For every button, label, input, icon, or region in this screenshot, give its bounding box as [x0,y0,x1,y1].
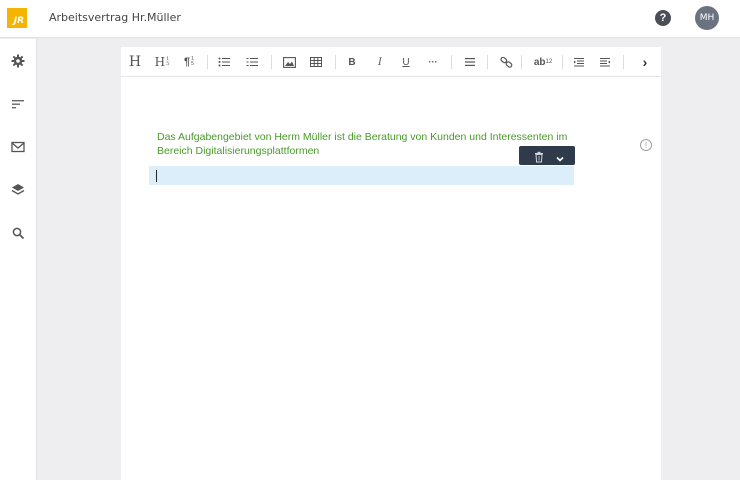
toolbar-divider [271,55,272,69]
mail-icon [11,141,25,153]
underline-label: U [402,56,410,68]
image-icon [282,56,296,68]
italic-button[interactable]: I [374,53,386,71]
trash-icon [535,151,543,163]
heading-button[interactable]: H [127,53,143,71]
numbered-list-button[interactable] [245,53,259,71]
superscript-button[interactable]: ab 12 [530,53,556,71]
subheading-index: 15 [166,57,169,67]
format-toolbar: H H 15 ¶ 15 B I U ··· ab 12 › [121,47,661,77]
outdent-button[interactable] [572,53,586,71]
chevron-right-icon: › [642,54,648,70]
more-formats-button[interactable]: ··· [426,53,440,71]
italic-label: I [378,56,382,68]
toolbar-divider [451,55,452,69]
help-icon[interactable]: ? [655,10,671,26]
logo-text: JR [13,16,24,26]
indent-icon [600,58,610,67]
link-button[interactable] [499,53,513,71]
toolbar-divider [487,55,488,69]
settings-gear-icon[interactable] [8,51,28,71]
link-icon [499,56,512,68]
bold-button[interactable]: B [346,53,358,71]
toolbar-divider [335,55,336,69]
toolbar-next-button[interactable]: › [639,53,651,71]
paragraph-sub: 5 [191,61,194,67]
toolbar-divider [521,55,522,69]
outline-icon [12,100,24,109]
subheading-label: H [154,55,166,69]
gear-icon [11,54,25,68]
document-title: Arbeitsvertrag Hr.Müller [49,11,181,24]
underline-button[interactable]: U [400,53,412,71]
align-icon [465,58,475,66]
toolbar-divider [623,55,624,69]
align-button[interactable] [463,53,477,71]
delete-block-button[interactable] [533,150,545,163]
insert-table-button[interactable] [309,53,323,71]
block-options-button[interactable] [555,151,565,162]
left-sidebar [0,39,37,480]
toolbar-divider [562,55,563,69]
search-button[interactable] [8,223,28,243]
search-icon [12,227,24,239]
info-icon[interactable]: ! [640,139,652,151]
user-avatar[interactable]: MH [695,6,719,30]
numbered-list-icon [246,58,258,66]
mail-button[interactable] [8,137,28,157]
chevron-down-icon [556,156,564,162]
bullet-list-button[interactable] [217,53,231,71]
paragraph-label: ¶ [184,56,191,68]
insert-image-button[interactable] [282,53,296,71]
subheading-sub: 5 [166,61,170,67]
paragraph-index: 15 [191,57,194,67]
outline-button[interactable] [8,94,28,114]
bullet-list-icon [218,57,230,67]
block-action-toolbar [519,146,575,165]
heading-label: H [128,54,142,70]
app-logo[interactable]: JR [7,8,27,28]
layers-button[interactable] [8,180,28,200]
toolbar-divider [207,55,208,69]
top-bar: JR Arbeitsvertrag Hr.Müller ? MH [0,0,740,38]
outdent-icon [574,58,584,67]
table-icon [310,57,322,67]
more-label: ··· [428,57,438,67]
bold-label: B [348,56,356,68]
text-caret [156,170,157,182]
layers-icon [11,184,25,195]
indent-button[interactable] [598,53,612,71]
active-text-line[interactable] [149,166,574,185]
subheading-button[interactable]: H 15 [151,53,173,71]
superscript-sup: 12 [545,59,553,65]
paragraph-button[interactable]: ¶ 15 [180,53,198,71]
superscript-base: ab [533,56,546,68]
document-page[interactable] [121,47,661,480]
